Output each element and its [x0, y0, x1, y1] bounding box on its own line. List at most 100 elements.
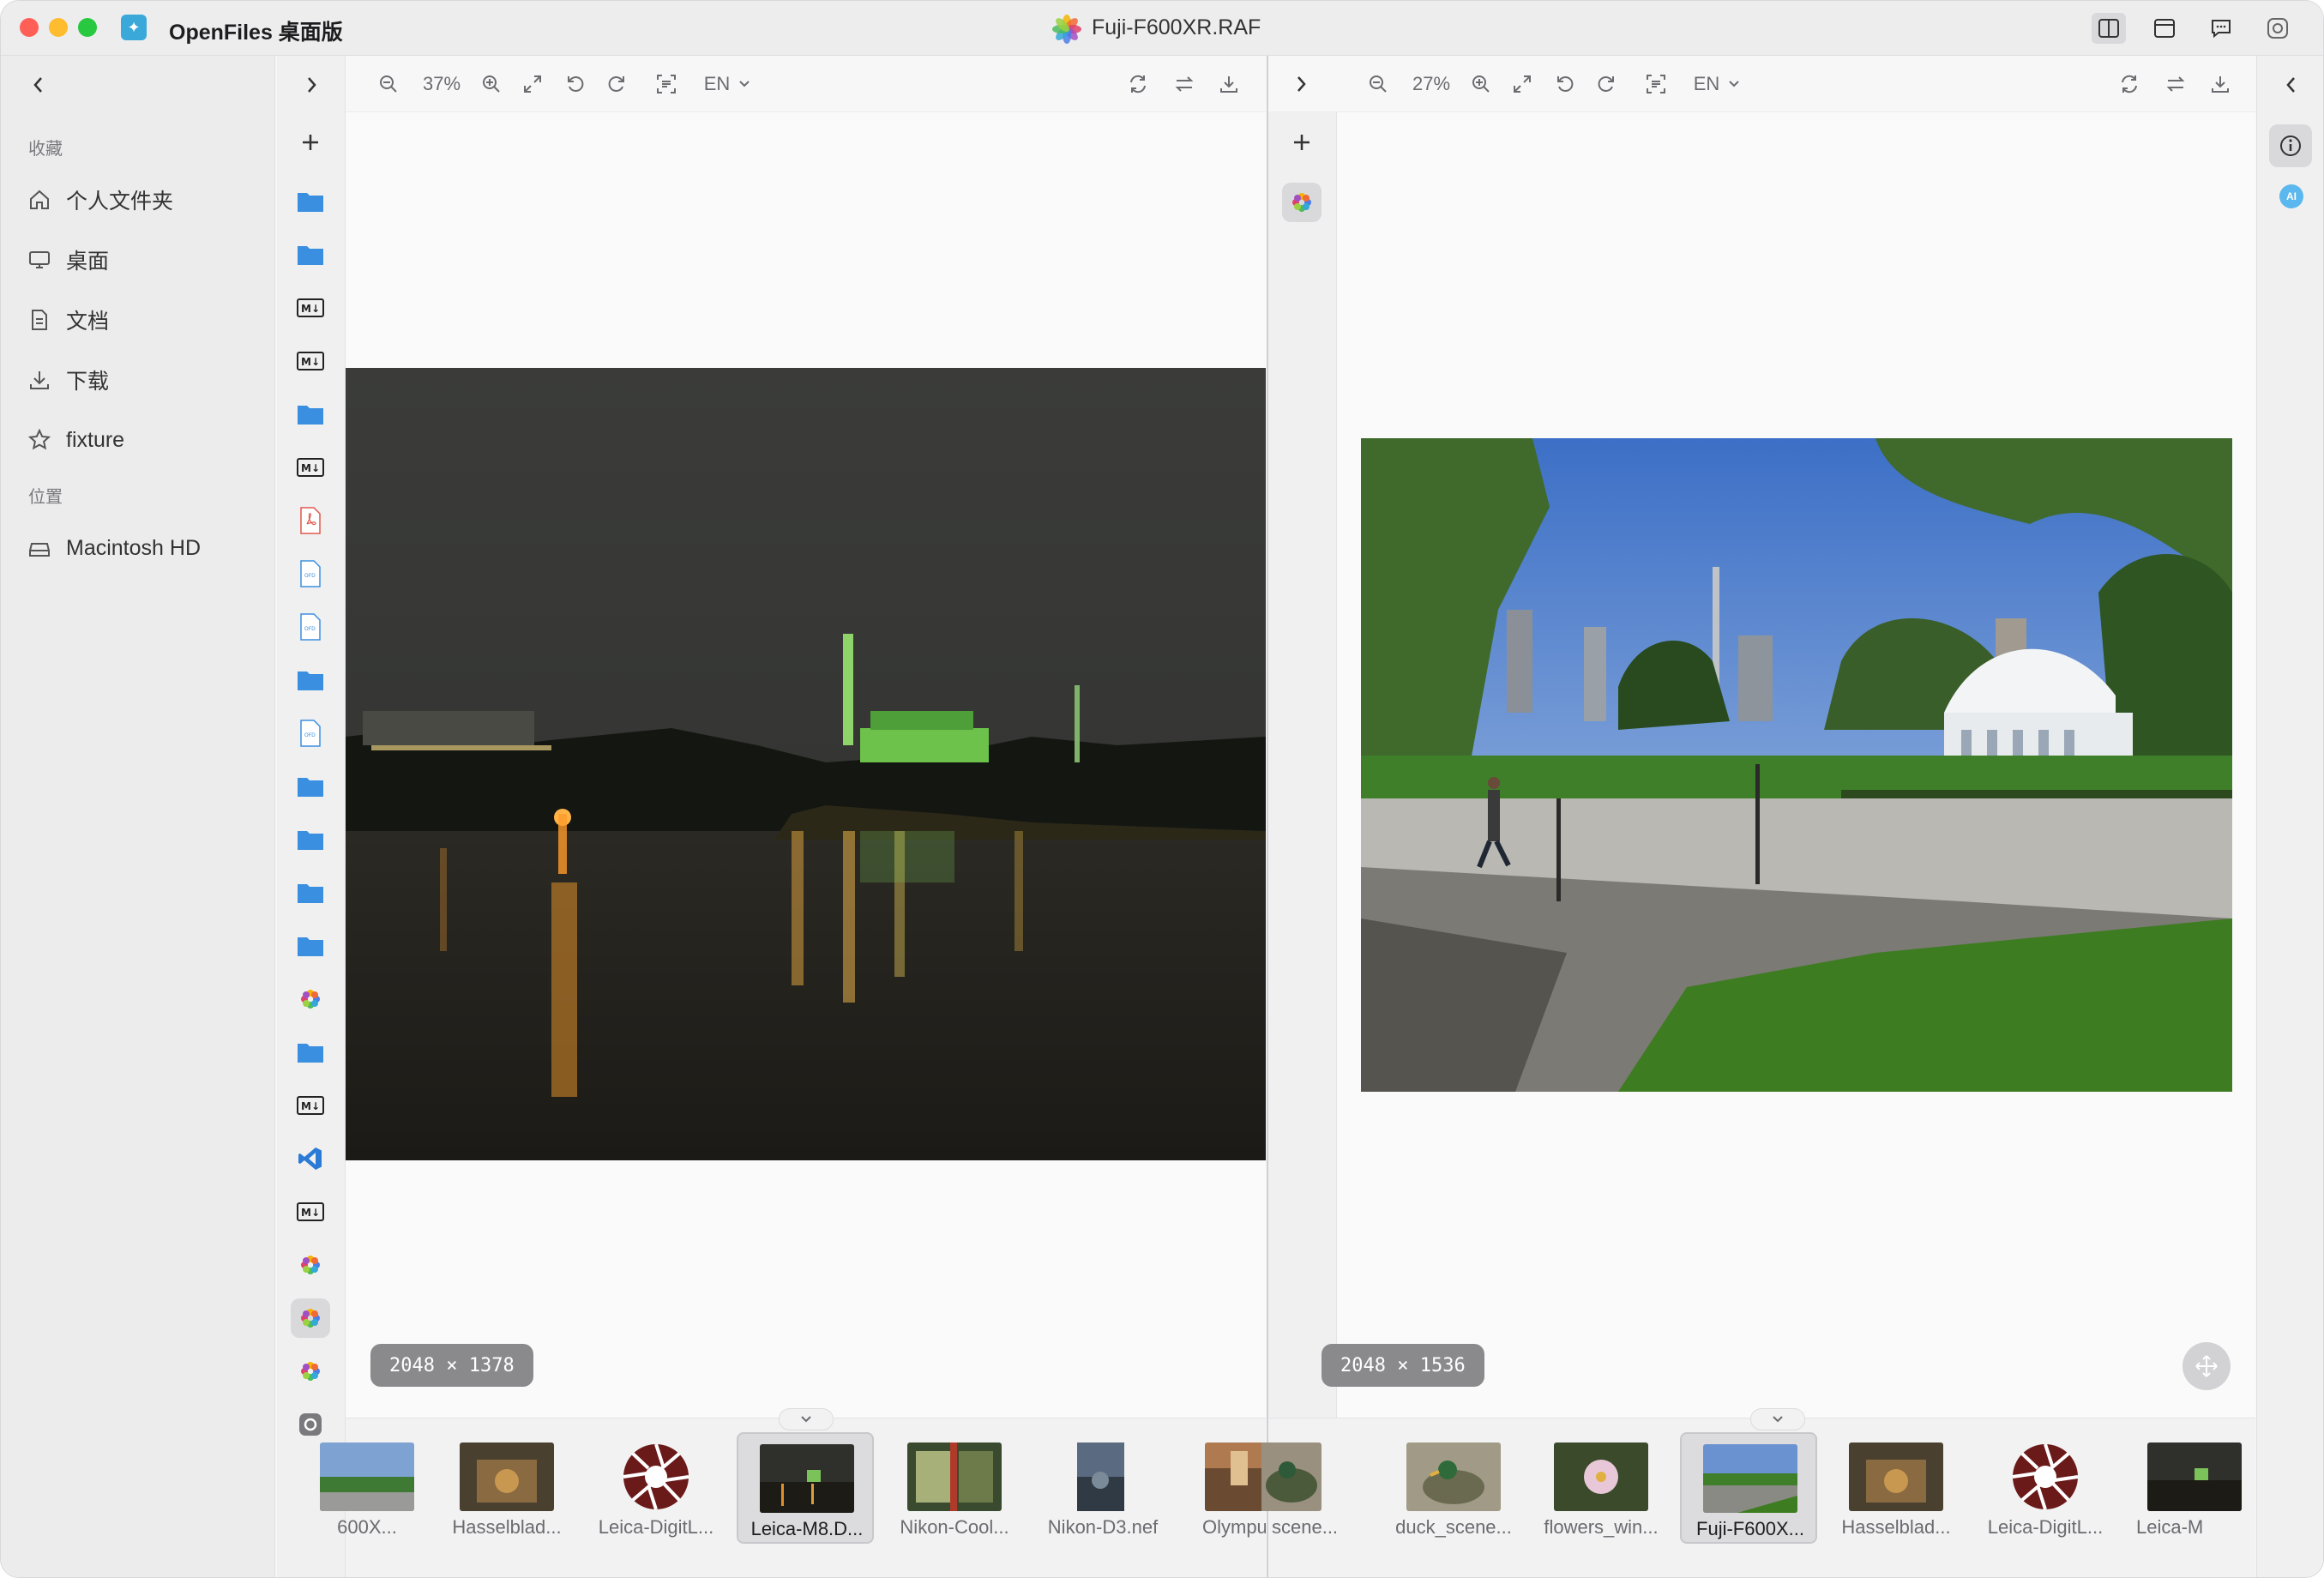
- thumbnail-selected[interactable]: Fuji-F600X...: [1680, 1432, 1817, 1544]
- thumbnail[interactable]: flowers_win...: [1532, 1432, 1670, 1544]
- zoom-in-button[interactable]: [1466, 69, 1496, 99]
- photos-icon[interactable]: [291, 1352, 330, 1391]
- refresh-button[interactable]: [1123, 69, 1153, 99]
- markdown-icon[interactable]: M↓: [291, 288, 330, 328]
- minimize-window-button[interactable]: [49, 18, 68, 37]
- folder-icon[interactable]: [291, 767, 330, 806]
- folder-icon[interactable]: [291, 394, 330, 434]
- photos-icon[interactable]: [291, 1298, 330, 1338]
- rotate-right-button[interactable]: [1591, 69, 1622, 99]
- thumbnail[interactable]: Leica-DigitL...: [1977, 1432, 2114, 1544]
- thumbnail[interactable]: Nikon-D3.nef: [1034, 1432, 1171, 1544]
- back-button[interactable]: [23, 69, 54, 100]
- preview-image[interactable]: [346, 368, 1266, 1160]
- zoom-in-button[interactable]: [476, 69, 507, 99]
- collapse-rail-button[interactable]: [2276, 69, 2307, 100]
- ofd-file-icon[interactable]: OFD: [291, 714, 330, 753]
- thumbnail-label: Olympu: [1202, 1516, 1266, 1538]
- comments-button[interactable]: [2204, 13, 2238, 44]
- swap-button[interactable]: [2160, 69, 2191, 99]
- thumbnail-selected[interactable]: Leica-M8.D...: [737, 1432, 874, 1544]
- zoom-out-icon: [380, 75, 397, 93]
- swap-button[interactable]: [1169, 69, 1200, 99]
- ai-label: AI: [2286, 190, 2297, 202]
- folder-icon[interactable]: [291, 660, 330, 700]
- language-select[interactable]: EN: [1687, 69, 1747, 99]
- preview-image[interactable]: [1361, 438, 2232, 1092]
- ai-assistant-button[interactable]: AI: [2279, 184, 2303, 208]
- expand-sidebar-button[interactable]: [1285, 69, 1316, 99]
- thumbnail[interactable]: 600X...: [298, 1432, 436, 1544]
- svg-text:M↓: M↓: [301, 303, 320, 315]
- thumbnail[interactable]: Leica-M: [2126, 1432, 2257, 1544]
- zoom-out-button[interactable]: [373, 69, 404, 99]
- rotate-left-button[interactable]: [560, 69, 591, 99]
- folder-icon[interactable]: [291, 820, 330, 859]
- window-layout-button[interactable]: [2147, 13, 2182, 44]
- thumbnail[interactable]: Leica-DigitL...: [587, 1432, 725, 1544]
- add-button[interactable]: [291, 123, 330, 162]
- ocr-button[interactable]: [1641, 69, 1671, 99]
- close-window-button[interactable]: [20, 18, 39, 37]
- rotate-right-button[interactable]: [601, 69, 632, 99]
- window-icon: [2154, 19, 2175, 38]
- sidebar-item-fixture[interactable]: fixture: [28, 421, 124, 459]
- chevron-right-icon: [1297, 76, 1306, 92]
- folder-icon[interactable]: [291, 235, 330, 274]
- zoom-in-icon: [483, 75, 500, 93]
- image-dimensions-badge: 2048 × 1536: [1322, 1344, 1484, 1387]
- fit-button[interactable]: [1507, 69, 1538, 99]
- sidebar-item-downloads[interactable]: 下载: [28, 361, 109, 399]
- folder-icon[interactable]: [291, 926, 330, 966]
- sidebar-item-documents[interactable]: 文档: [28, 301, 109, 339]
- thumbnail[interactable]: duck_scene...: [1385, 1432, 1522, 1544]
- text-scan-icon: [657, 75, 676, 93]
- download-button[interactable]: [1213, 69, 1244, 99]
- forward-button[interactable]: [296, 69, 327, 100]
- sidebar-item-desktop[interactable]: 桌面: [28, 241, 109, 279]
- sidebar-item-label: 文档: [66, 310, 110, 334]
- thumbnail-label: Leica-DigitL...: [1987, 1516, 2104, 1538]
- info-button[interactable]: [2269, 124, 2312, 167]
- folder-icon[interactable]: [291, 182, 330, 221]
- sidebar-item-macintosh-hd[interactable]: Macintosh HD: [28, 529, 201, 567]
- sidebar-item-home[interactable]: 个人文件夹: [28, 181, 173, 219]
- thumbnail[interactable]: Hasselblad...: [1827, 1432, 1965, 1544]
- collapse-filmstrip-button[interactable]: [779, 1408, 834, 1430]
- pdf-file-icon[interactable]: [291, 501, 330, 540]
- refresh-button[interactable]: [2114, 69, 2145, 99]
- thumbnail[interactable]: scene...: [1261, 1432, 1344, 1544]
- zoom-out-button[interactable]: [1363, 69, 1394, 99]
- download-button[interactable]: [2205, 69, 2236, 99]
- rotate-left-button[interactable]: [1550, 69, 1580, 99]
- language-select[interactable]: EN: [697, 69, 757, 99]
- ofd-file-icon[interactable]: OFD: [291, 607, 330, 647]
- ofd-file-icon[interactable]: OFD: [291, 554, 330, 593]
- markdown-icon[interactable]: M↓: [291, 1086, 330, 1125]
- thumbnail[interactable]: Olympu: [1183, 1432, 1266, 1544]
- ocr-button[interactable]: [651, 69, 682, 99]
- drive-icon: [29, 543, 50, 557]
- folder-icon[interactable]: [291, 1033, 330, 1072]
- fit-button[interactable]: [517, 69, 548, 99]
- zoom-window-button[interactable]: [78, 18, 97, 37]
- markdown-icon[interactable]: M↓: [291, 1192, 330, 1232]
- thumbnail[interactable]: Hasselblad...: [438, 1432, 575, 1544]
- pan-button[interactable]: [2183, 1342, 2231, 1390]
- markdown-icon[interactable]: M↓: [291, 448, 330, 487]
- markdown-icon[interactable]: M↓: [291, 341, 330, 381]
- collapse-filmstrip-button[interactable]: [1750, 1408, 1805, 1430]
- folder-icon[interactable]: [291, 873, 330, 912]
- swap-icon: [1175, 76, 1194, 92]
- vscode-icon[interactable]: [291, 1139, 330, 1178]
- thumbnail[interactable]: Nikon-Cool...: [886, 1432, 1023, 1544]
- thumbnail-label: duck_scene...: [1395, 1516, 1512, 1538]
- split-view-button[interactable]: [2092, 13, 2126, 44]
- settings-button[interactable]: [2261, 13, 2295, 44]
- photos-icon[interactable]: [1282, 183, 1322, 222]
- photos-icon[interactable]: [291, 979, 330, 1019]
- add-button[interactable]: [1282, 123, 1322, 162]
- left-viewer-toolbar: 37% EN: [346, 56, 1266, 112]
- move-icon: [2195, 1355, 2218, 1377]
- photos-icon[interactable]: [291, 1245, 330, 1285]
